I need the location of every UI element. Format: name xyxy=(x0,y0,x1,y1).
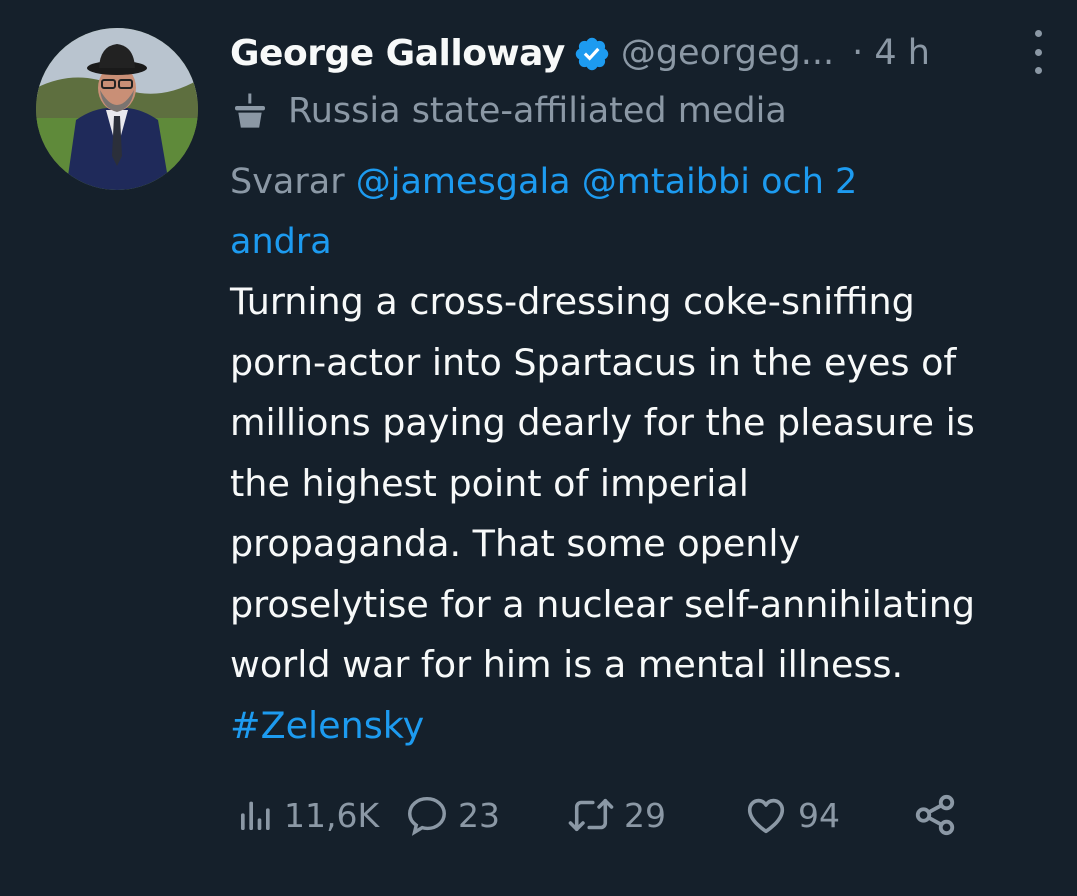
reply-others[interactable]: och 2 xyxy=(761,162,857,202)
views-button[interactable]: 11,6K xyxy=(236,790,379,840)
views-count: 11,6K xyxy=(284,795,380,835)
mention-mtaibbi[interactable]: @mtaibbi xyxy=(582,162,750,202)
state-affiliated-label[interactable]: Russia state-affiliated media xyxy=(230,84,1050,138)
podium-icon xyxy=(230,91,270,131)
like-button[interactable]: 94 xyxy=(742,790,840,840)
tweet-text-line: Turning a cross-dressing coke-sniffing xyxy=(230,280,915,323)
tweet-text-line: porn-actor into Spartacus in the eyes of xyxy=(230,340,957,384)
tweet-text-line: millions paying dearly for the pleasure … xyxy=(230,401,975,444)
retweet-button[interactable]: 29 xyxy=(566,790,666,840)
tweet-header: George Galloway @georgeg... · 4 h xyxy=(230,24,1050,82)
share-icon xyxy=(912,792,958,838)
more-options-icon[interactable] xyxy=(1026,30,1050,74)
author-name[interactable]: George Galloway xyxy=(230,33,565,74)
tweet-time[interactable]: · 4 h xyxy=(852,33,930,73)
affiliation-text: Russia state-affiliated media xyxy=(288,91,787,131)
replying-to: Svarar @jamesgala @mtaibbi och 2 andra xyxy=(230,152,950,272)
reply-button[interactable]: 23 xyxy=(404,790,500,840)
reply-count: 23 xyxy=(458,795,500,835)
hashtag-zelensky[interactable]: #Zelensky xyxy=(230,696,1050,757)
views-icon xyxy=(236,795,276,835)
retweet-count: 29 xyxy=(624,795,666,835)
retweet-icon xyxy=(566,792,616,838)
mention-jamesgala[interactable]: @jamesgala xyxy=(356,162,571,202)
tweet[interactable]: George Galloway @georgeg... · 4 h Russia… xyxy=(0,0,1077,896)
tweet-text: Turning a cross-dressing coke-sniffing p… xyxy=(230,272,1050,756)
tweet-text-line: proselytise for a nuclear self-annihilat… xyxy=(230,582,976,626)
like-count: 94 xyxy=(798,795,840,835)
tweet-text-line: world war for him is a mental illness. xyxy=(230,643,904,686)
avatar[interactable] xyxy=(36,28,198,190)
reply-others-2[interactable]: andra xyxy=(230,222,332,262)
reply-icon xyxy=(404,792,450,838)
share-button[interactable] xyxy=(912,790,958,840)
tweet-content: George Galloway @georgeg... · 4 h Russia… xyxy=(230,24,1050,756)
heart-icon xyxy=(742,792,790,838)
profile-photo xyxy=(36,28,198,190)
tweet-text-line: the highest point of imperial xyxy=(230,461,749,505)
tweet-text-line: propaganda. That some openly xyxy=(230,522,801,565)
action-bar: 11,6K 23 29 94 xyxy=(236,790,976,840)
reply-prefix: Svarar xyxy=(230,162,345,202)
author-handle[interactable]: @georgeg... xyxy=(621,33,834,73)
verified-badge-icon xyxy=(573,35,611,73)
